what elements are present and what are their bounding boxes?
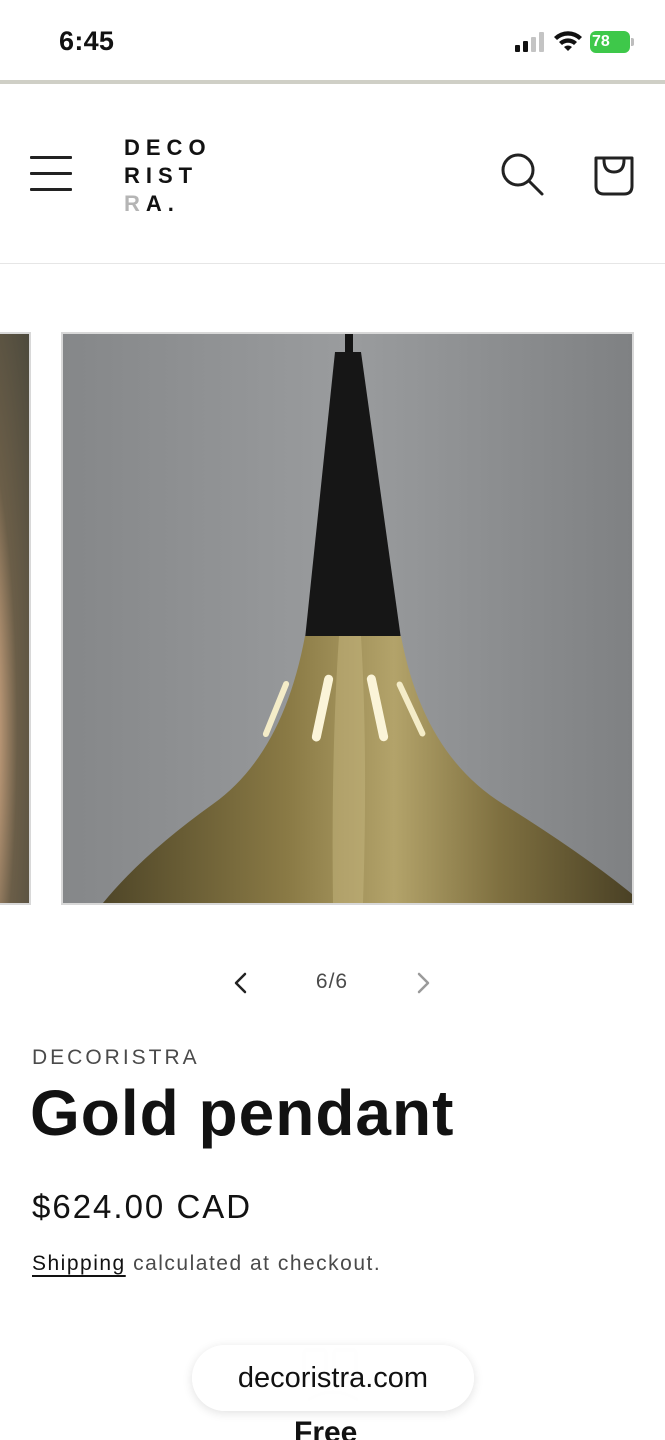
product-vendor: DECORISTRA	[32, 1046, 200, 1069]
status-bar: 6:45 78	[0, 0, 665, 84]
battery-charging-icon: 78	[590, 31, 634, 53]
brand-logo[interactable]: DECO RIST RA.	[124, 134, 234, 218]
gallery-slider-controls: 6/6	[0, 958, 665, 1006]
signal-icon	[515, 32, 544, 52]
product-title: Gold pendant	[30, 1077, 455, 1149]
product-gallery[interactable]	[0, 332, 665, 906]
gold-pendant-lamp-photo	[63, 334, 632, 903]
free-shipping-text: Free	[294, 1416, 358, 1440]
chevron-left-icon[interactable]	[224, 966, 258, 1000]
battery-level: 78	[592, 33, 610, 50]
logo-line-3-dark: A.	[145, 191, 180, 216]
battery-cap	[631, 38, 634, 46]
shipping-note-text: calculated at checkout.	[125, 1252, 382, 1275]
logo-line-3-light: R	[124, 191, 146, 216]
site-header: DECO RIST RA.	[0, 84, 665, 264]
gallery-counter: 6/6	[315, 970, 349, 993]
logo-line-1: DECO	[124, 135, 212, 160]
logo-line-3: RA.	[124, 190, 234, 218]
gallery-slide-current[interactable]	[61, 332, 634, 905]
hamburger-menu-icon[interactable]	[30, 154, 74, 194]
chevron-right-icon[interactable]	[406, 966, 440, 1000]
shipping-note: Shipping calculated at checkout.	[32, 1252, 381, 1276]
product-price: $624.00 CAD	[32, 1188, 253, 1225]
wifi-icon	[554, 31, 582, 51]
status-time: 6:45	[59, 26, 115, 56]
battery-body: 78	[590, 31, 630, 53]
search-icon[interactable]	[498, 150, 546, 198]
gallery-slide-previous[interactable]	[0, 332, 31, 905]
browser-url-pill[interactable]: decoristra.com	[192, 1345, 474, 1411]
logo-line-2: RIST	[124, 163, 199, 188]
shopping-bag-icon[interactable]	[590, 150, 638, 198]
shipping-link[interactable]: Shipping	[32, 1252, 126, 1275]
